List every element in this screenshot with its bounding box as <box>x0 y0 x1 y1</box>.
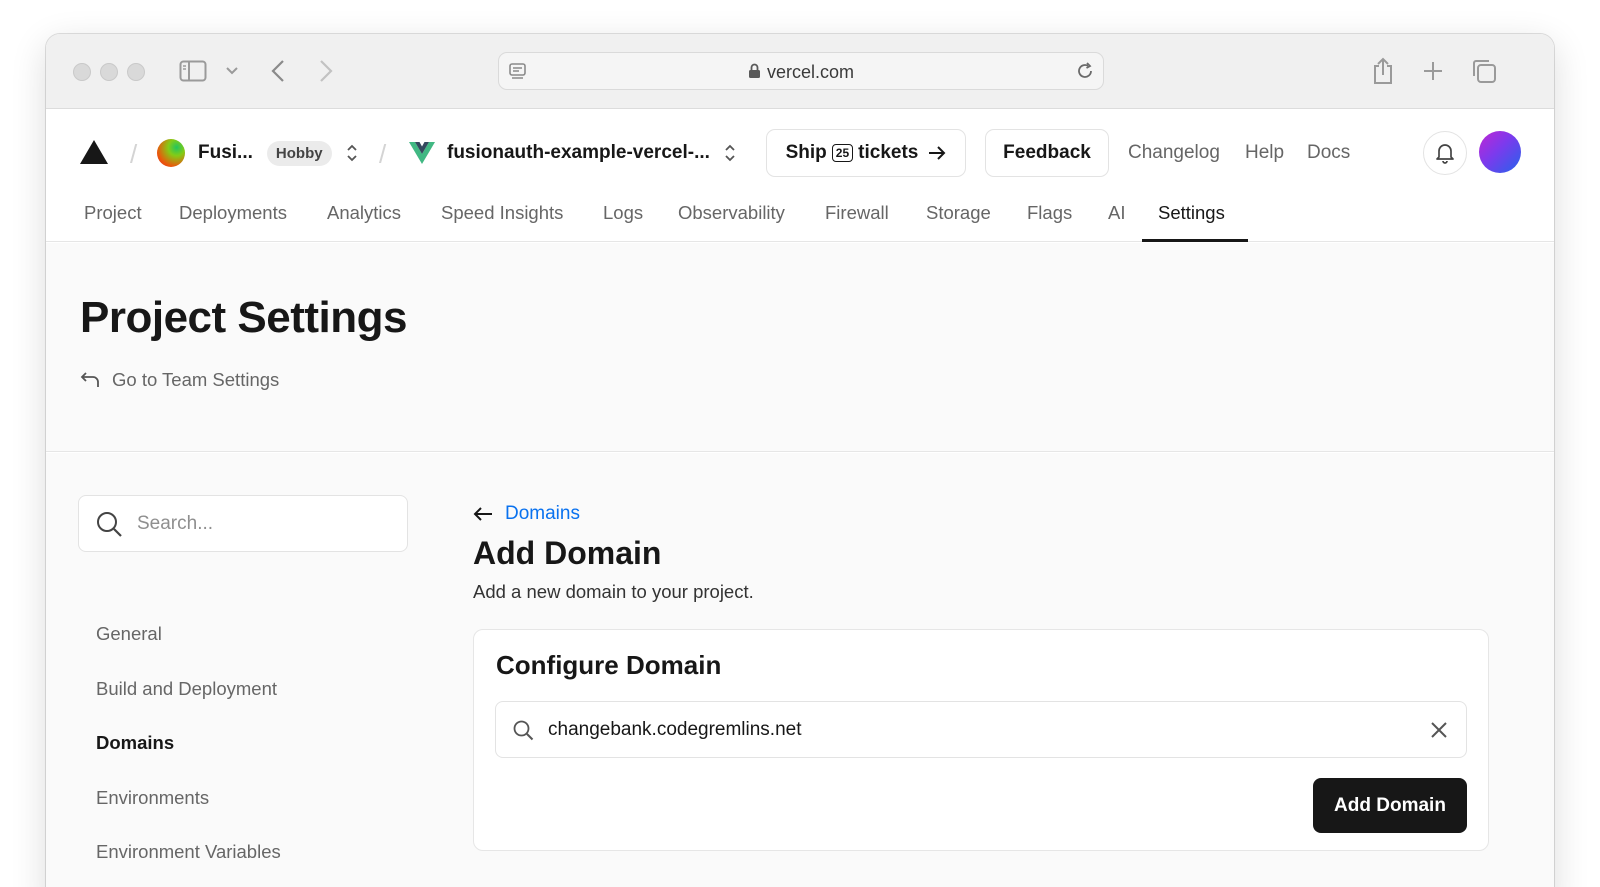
lock-icon <box>748 63 761 84</box>
browser-window: vercel.com / Fusi... Hobby / fusionauth-… <box>46 34 1554 887</box>
tickets-label: tickets <box>858 142 919 163</box>
tab-ai[interactable]: AI <box>1108 202 1125 224</box>
sidebar-item-domains[interactable]: Domains <box>96 732 174 754</box>
address-bar[interactable]: vercel.com <box>498 52 1104 90</box>
vue-logo-icon <box>408 141 436 165</box>
ship-label: Ship <box>785 142 827 163</box>
arrow-right-icon <box>928 146 946 160</box>
top-navigation: / Fusi... Hobby / fusionauth-example-ver… <box>46 110 1554 190</box>
team-switcher[interactable]: Fusi... Hobby <box>157 137 358 169</box>
settings-search-input[interactable]: Search... <box>78 495 408 552</box>
ship-count: 25 <box>831 144 854 162</box>
forward-icon[interactable] <box>316 56 336 86</box>
tab-flags[interactable]: Flags <box>1027 202 1072 224</box>
feedback-button[interactable]: Feedback <box>985 129 1109 177</box>
minimize-window-button[interactable] <box>100 63 118 81</box>
sidebar-item-general[interactable]: General <box>96 623 162 645</box>
bell-icon <box>1435 142 1455 164</box>
tab-firewall[interactable]: Firewall <box>825 202 889 224</box>
tab-storage[interactable]: Storage <box>926 202 991 224</box>
project-switcher[interactable]: fusionauth-example-vercel-... <box>408 137 736 169</box>
sidebar-item-environments[interactable]: Environments <box>96 787 209 809</box>
clear-input-close-icon[interactable] <box>1428 719 1450 741</box>
back-to-domains-link[interactable]: Domains <box>473 503 580 525</box>
team-avatar <box>157 139 185 167</box>
app-root: / Fusi... Hobby / fusionauth-example-ver… <box>46 110 1554 887</box>
back-to-domains-label: Domains <box>505 503 580 524</box>
page-header: Project Settings Go to Team Settings <box>46 243 1554 452</box>
domain-input[interactable]: changebank.codegremlins.net <box>495 701 1467 758</box>
close-window-button[interactable] <box>73 63 91 81</box>
plan-badge: Hobby <box>266 140 332 166</box>
sidebar-toggle-icon[interactable] <box>178 56 208 86</box>
breadcrumb-separator: / <box>379 139 387 169</box>
tab-settings[interactable]: Settings <box>1158 202 1225 224</box>
share-icon[interactable] <box>1370 56 1396 86</box>
configure-domain-title: Configure Domain <box>496 650 722 680</box>
tab-observability[interactable]: Observability <box>678 202 785 224</box>
ship-tickets-button[interactable]: Ship 25 tickets <box>766 129 966 177</box>
breadcrumb-separator: / <box>130 139 138 169</box>
docs-link[interactable]: Docs <box>1307 142 1350 164</box>
tab-logs[interactable]: Logs <box>603 202 643 224</box>
chevron-down-icon[interactable] <box>224 56 240 86</box>
vercel-logo[interactable] <box>79 139 109 165</box>
tab-project[interactable]: Project <box>84 202 142 224</box>
return-arrow-icon <box>80 371 100 389</box>
team-chevron-updown-icon <box>346 143 358 163</box>
search-icon <box>512 719 534 741</box>
sidebar-item-build-and-deployment[interactable]: Build and Deployment <box>96 678 277 700</box>
project-chevron-updown-icon <box>724 143 736 163</box>
reload-icon[interactable] <box>1075 61 1095 86</box>
zoom-window-button[interactable] <box>127 63 145 81</box>
tab-analytics[interactable]: Analytics <box>327 202 401 224</box>
notifications-button[interactable] <box>1423 131 1467 175</box>
domain-input-value: changebank.codegremlins.net <box>548 718 802 740</box>
project-name: fusionauth-example-vercel-... <box>447 142 710 163</box>
arrow-left-icon <box>473 506 493 522</box>
url-text: vercel.com <box>766 62 855 82</box>
configure-domain-card: Configure Domain changebank.codegremlins… <box>473 629 1489 851</box>
sidebar-item-environment-variables[interactable]: Environment Variables <box>96 841 281 863</box>
help-link[interactable]: Help <box>1245 142 1284 164</box>
go-to-team-settings-link[interactable]: Go to Team Settings <box>80 369 279 391</box>
changelog-link[interactable]: Changelog <box>1128 142 1220 164</box>
go-to-team-settings-label: Go to Team Settings <box>112 369 280 390</box>
back-icon[interactable] <box>268 56 288 86</box>
project-tabs: Project Deployments Analytics Speed Insi… <box>46 190 1554 242</box>
settings-body: Search... General Build and Deployment D… <box>46 453 1554 887</box>
new-tab-icon[interactable] <box>1420 56 1446 86</box>
browser-toolbar: vercel.com <box>46 34 1554 109</box>
user-avatar[interactable] <box>1479 131 1521 173</box>
page-title: Project Settings <box>80 293 407 342</box>
add-domain-heading: Add Domain <box>473 535 662 571</box>
search-placeholder: Search... <box>137 512 214 534</box>
tab-speed-insights[interactable]: Speed Insights <box>441 202 563 224</box>
add-domain-description: Add a new domain to your project. <box>473 581 754 602</box>
active-tab-indicator <box>1142 239 1248 242</box>
tab-deployments[interactable]: Deployments <box>179 202 287 224</box>
tab-overview-icon[interactable] <box>1470 56 1498 86</box>
add-domain-button[interactable]: Add Domain <box>1313 778 1467 833</box>
search-icon <box>95 510 123 538</box>
team-name: Fusi... <box>198 142 253 163</box>
